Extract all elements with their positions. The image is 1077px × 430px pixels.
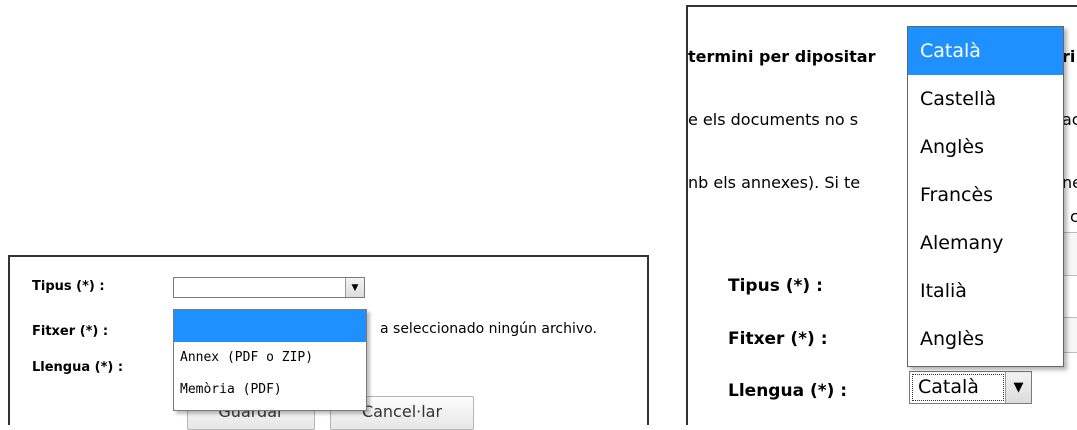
llengua-select-value: Català: [912, 374, 1004, 401]
text-line-1-tail: ri: [1062, 47, 1076, 66]
tipus-option-memoria[interactable]: Memòria (PDF): [174, 374, 366, 406]
llengua-label: Llengua (*) :: [728, 381, 848, 401]
file-status-text: a seleccionado ningún archivo.: [380, 321, 597, 337]
llengua-option-catala[interactable]: Català: [908, 27, 1063, 75]
tipus-option-annex[interactable]: Annex (PDF o ZIP): [174, 342, 366, 374]
tipus-label: Tipus (*) :: [32, 279, 105, 294]
tipus-option-empty[interactable]: [174, 310, 366, 342]
llengua-option-angles-2[interactable]: Anglès: [908, 315, 1063, 363]
text-line-3b-tail: c: [1070, 207, 1077, 226]
llengua-option-alemany[interactable]: Alemany: [908, 219, 1063, 267]
text-line-2: e els documents no s: [688, 110, 859, 129]
dropdown-arrow-icon[interactable]: ▼: [345, 278, 364, 297]
text-line-3: nb els annexes). Si te: [688, 173, 861, 192]
llengua-option-frances[interactable]: Francès: [908, 171, 1063, 219]
text-line-2-tail: ac: [1062, 110, 1077, 129]
llengua-label: Llengua (*) :: [32, 360, 124, 375]
upload-form-panel-small: Tipus (*) : Fitxer (*) : Llengua (*) : ▼…: [8, 255, 649, 430]
text-line-3-tail: ne: [1062, 173, 1077, 192]
llengua-option-castella[interactable]: Castellà: [908, 75, 1063, 123]
upload-form-panel-zoomed: termini per dipositar ri e els documents…: [686, 5, 1077, 425]
tipus-label: Tipus (*) :: [728, 276, 823, 296]
fitxer-label: Fitxer (*) :: [32, 324, 109, 339]
dropdown-arrow-icon[interactable]: ▼: [1005, 372, 1031, 403]
tipus-select[interactable]: ▼: [173, 277, 365, 298]
llengua-select[interactable]: Català ▼: [909, 371, 1032, 404]
tipus-dropdown-list: Annex (PDF o ZIP) Memòria (PDF): [173, 309, 367, 411]
llengua-option-angles[interactable]: Anglès: [908, 123, 1063, 171]
llengua-option-italia[interactable]: Italià: [908, 267, 1063, 315]
fitxer-label: Fitxer (*) :: [728, 329, 828, 349]
text-line-1: termini per dipositar: [688, 47, 876, 66]
llengua-dropdown-list: Català Castellà Anglès Francès Alemany I…: [907, 26, 1064, 367]
